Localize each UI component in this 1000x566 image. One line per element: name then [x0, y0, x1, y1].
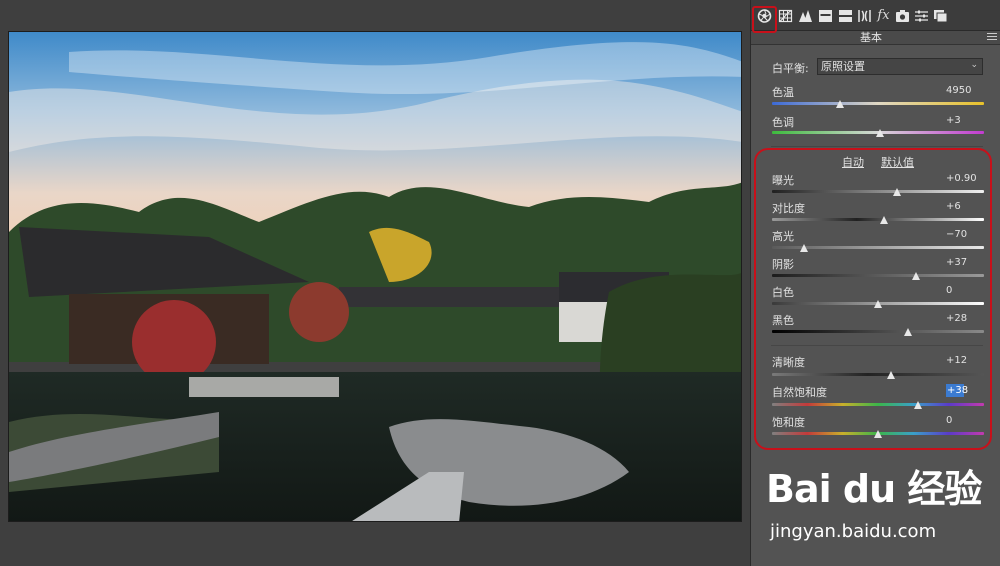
white-balance-label: 白平衡:	[772, 62, 809, 75]
slider-thumb-tint[interactable]	[876, 129, 885, 137]
panel-menu-icon[interactable]	[987, 33, 997, 42]
effects-fx-icon[interactable]: fx	[876, 9, 891, 23]
slider-label-tint: 色调	[772, 116, 794, 129]
slider-value-tint[interactable]: +3	[946, 115, 961, 126]
panel-toolbar: fx	[751, 0, 1000, 31]
annotation-highlight-tone-sliders	[754, 148, 992, 450]
slider-track-temperature[interactable]	[772, 102, 984, 105]
garden-photo	[9, 32, 741, 521]
panel-title: 基本	[860, 31, 882, 44]
tone-curve-grid-icon[interactable]	[778, 9, 793, 23]
detail-triangle-icon[interactable]	[798, 9, 813, 23]
white-balance-value: 原照设置	[821, 60, 865, 73]
slider-thumb-temperature[interactable]	[835, 100, 844, 108]
presets-sliders-icon[interactable]	[914, 9, 929, 23]
lens-corrections-icon[interactable]	[857, 9, 872, 23]
snapshots-icon[interactable]	[933, 9, 948, 23]
annotation-highlight-basic-icon	[752, 6, 777, 33]
photo-preview[interactable]	[8, 31, 742, 522]
baidu-jingyan-watermark: Bai du 经验 jingyan.baidu.com	[766, 458, 996, 558]
watermark-url: jingyan.baidu.com	[770, 521, 937, 542]
watermark-logo: Bai du 经验	[766, 467, 982, 511]
divider	[771, 146, 983, 147]
camera-calibration-icon[interactable]	[895, 9, 910, 23]
split-toning-icon[interactable]	[838, 9, 853, 23]
chevron-down-icon: ⌄	[970, 60, 978, 70]
slider-value-temperature[interactable]: 4950	[946, 85, 971, 96]
white-balance-select[interactable]: 原照设置 ⌄	[817, 58, 983, 75]
panel-header: 基本	[751, 31, 1000, 45]
hsl-icon[interactable]	[818, 9, 833, 23]
image-canvas	[0, 0, 750, 566]
slider-label-temperature: 色温	[772, 86, 794, 99]
